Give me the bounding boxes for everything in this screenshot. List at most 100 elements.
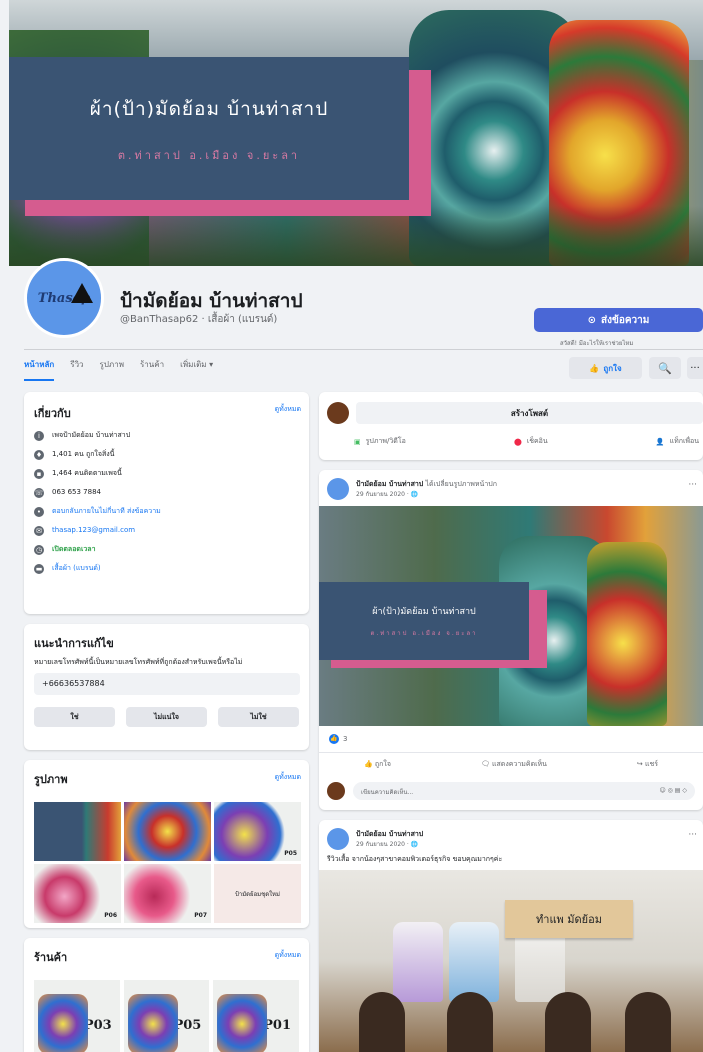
about-row-phone: ☏ 063 653 7884	[34, 488, 299, 498]
photo-thumb[interactable]: ป้ามัดย้อมชุดใหม่	[214, 864, 301, 923]
avatar	[327, 402, 349, 424]
photo-thumb[interactable]: P06	[34, 864, 121, 923]
search-button[interactable]: 🔍	[649, 357, 681, 379]
post-image-title: ผ้า(ป้า)มัดย้อม บ้านท่าสาป	[372, 607, 476, 617]
yes-button[interactable]: ใช่	[34, 707, 115, 727]
about-row-text[interactable]: thasap.123@gmail.com	[52, 526, 135, 535]
post-image-subtitle: ต.ท่าสาป อ.เมือง จ.ยะลา	[370, 630, 478, 637]
post-image[interactable]: ทำแพ มัดย้อม	[319, 870, 703, 1052]
about-row-likes: ♦ 1,401 คน ถูกใจสิ่งนี้	[34, 450, 299, 460]
tab-photos[interactable]: รูปภาพ	[100, 358, 124, 381]
like-page-label: ถูกใจ	[603, 363, 622, 373]
shop-item[interactable]: P03	[34, 980, 120, 1052]
reaction-count[interactable]: 👍 3	[329, 734, 347, 744]
share-button-label: แชร์	[644, 760, 659, 768]
page-handle: @BanThasap62 · เสื้อผ้า (แบรนด์)	[120, 314, 278, 325]
tag-icon: ▬	[34, 564, 44, 574]
more-icon: ···	[690, 362, 700, 374]
post-title-block: ผ้า(ป้า)มัดย้อม บ้านท่าสาป ต.ท่าสาป อ.เม…	[319, 582, 529, 660]
post-author-name[interactable]: ป้ามัดย้อม บ้านท่าสาป	[356, 480, 423, 488]
suggest-desc: หมายเลขโทรศัพท์นี้เป็นหมายเลขโทรศัพท์ที่…	[34, 658, 243, 666]
avatar	[327, 782, 345, 800]
clock-icon: ◷	[34, 545, 44, 555]
more-button[interactable]: ···	[687, 357, 703, 379]
tag-friends-button[interactable]: 👤 แท็กเพื่อน	[656, 436, 699, 447]
about-see-all-link[interactable]: ดูทั้งหมด	[275, 404, 301, 415]
post-menu-icon[interactable]: ···	[688, 830, 697, 840]
post-menu-icon[interactable]: ···	[688, 480, 697, 490]
reaction-count-value: 3	[343, 735, 348, 743]
like-button[interactable]: 👍 ถูกใจ	[364, 759, 391, 770]
mail-icon: ✉	[34, 526, 44, 536]
thumbs-up-icon: 👍	[363, 760, 375, 768]
comment-placeholder: เขียนความคิดเห็น...	[361, 789, 414, 796]
about-row-category: ▬ เสื้อผ้า (แบรนด์)	[34, 564, 299, 574]
post-date[interactable]: 29 กันยายน 2020 · 🌐	[356, 489, 418, 499]
post-tee	[393, 922, 443, 1002]
post-card: ป้ามัดย้อม บ้านท่าสาป 29 กันยายน 2020 · …	[319, 820, 703, 1052]
create-post-button[interactable]: สร้างโพสต์	[356, 402, 703, 424]
post-image[interactable]: ผ้า(ป้า)มัดย้อม บ้านท่าสาป ต.ท่าสาป อ.เม…	[319, 506, 703, 726]
post-card: ป้ามัดย้อม บ้านท่าสาป ได้เปลี่ยนรูปภาพหน…	[319, 470, 703, 810]
photos-see-all-link[interactable]: ดูทั้งหมด	[275, 772, 301, 783]
like-button-label: ถูกใจ	[374, 760, 391, 768]
photo-thumb[interactable]	[124, 802, 211, 861]
person	[545, 992, 591, 1052]
about-row-email: ✉ thasap.123@gmail.com	[34, 526, 299, 536]
person	[447, 992, 493, 1052]
chat-icon: •	[34, 507, 44, 517]
check-in-label: เช็คอิน	[526, 437, 548, 445]
tab-home[interactable]: หน้าหลัก	[24, 358, 55, 381]
cover-title: ผ้า(ป้า)มัดย้อม บ้านท่าสาป	[89, 97, 329, 120]
photo-thumb[interactable]: P05	[214, 802, 301, 861]
tag-friends-icon: 👤	[655, 437, 665, 446]
shop-see-all-link[interactable]: ดูทั้งหมด	[275, 950, 301, 961]
comment-button[interactable]: 🗨 แสดงความคิดเห็น	[481, 759, 547, 770]
no-button[interactable]: ไม่ใช่	[218, 707, 299, 727]
about-row-text: เพจป้ามัดย้อม บ้านท่าสาป	[52, 431, 131, 439]
post-date[interactable]: 29 กันยายน 2020 · 🌐	[356, 839, 418, 849]
like-reaction-icon: 👍	[329, 734, 339, 744]
avatar[interactable]: Thasap	[24, 258, 104, 338]
send-message-label: ส่งข้อความ	[601, 314, 650, 326]
shop-item[interactable]: P01	[213, 980, 300, 1052]
comment-icon: 🗨	[480, 760, 492, 768]
about-row-text[interactable]: เสื้อผ้า (แบรนด์)	[52, 564, 101, 573]
info-icon: i	[34, 431, 44, 441]
cover-photo[interactable]: ผ้า(ป้า)มัดย้อม บ้านท่าสาป ต.ท่าสาป อ.เม…	[9, 0, 703, 266]
like-page-button[interactable]: 👍 ถูกใจ	[569, 357, 642, 379]
send-message-button[interactable]: ⊙ ส่งข้อความ	[534, 308, 703, 332]
about-row-text: เปิดตลอดเวลา	[52, 545, 96, 553]
person	[359, 992, 405, 1052]
about-row-followers: ▪ 1,464 คนติดตามเพจนี้	[34, 469, 299, 479]
avatar[interactable]	[327, 478, 349, 500]
emoji-icon[interactable]: ☺ ◎ ▤ ◇	[660, 787, 688, 795]
about-row-text[interactable]: 063 653 7884	[52, 488, 101, 497]
cover-title-block: ผ้า(ป้า)มัดย้อม บ้านท่าสาป ต.ท่าสาป อ.เม…	[9, 57, 409, 200]
share-button[interactable]: ↪ แชร์	[637, 759, 658, 770]
shop-title: ร้านค้า	[34, 951, 68, 964]
person	[625, 992, 671, 1052]
suggest-edit-card: แนะนำการแก้ไข หมายเลขโทรศัพท์นี้เป็นหมาย…	[24, 624, 309, 750]
tag-friends-label: แท็กเพื่อน	[669, 437, 699, 445]
photo-video-label: รูปภาพ/วิดีโอ	[365, 437, 406, 445]
about-row-text[interactable]: ตอบกลับภายในไม่กี่นาที ส่งข้อความ	[52, 507, 162, 516]
comment-input[interactable]: เขียนความคิดเห็น... ☺ ◎ ▤ ◇	[353, 782, 695, 800]
photo-thumb[interactable]	[34, 802, 121, 861]
photo-thumb[interactable]: P07	[124, 864, 211, 923]
share-icon: ↪	[636, 760, 645, 768]
tab-reviews[interactable]: รีวิว	[70, 358, 83, 381]
photo-video-button[interactable]: ▣ รูปภาพ/วิดีโอ	[354, 436, 406, 447]
suggest-phone: +66636537884	[34, 673, 300, 695]
post-caption: รีวิวเสื้อ จากน้องๆสาขาคอมพิวเตอร์ธุรกิจ…	[327, 855, 503, 863]
avatar[interactable]	[327, 828, 349, 850]
check-in-button[interactable]: ⬤ เช็คอิน	[514, 436, 548, 447]
unsure-button[interactable]: ไม่แน่ใจ	[126, 707, 207, 727]
tab-more[interactable]: เพิ่มเติม ▾	[180, 358, 213, 381]
post-shirt-red	[587, 542, 667, 726]
message-subtext: สวัสดี! มีอะไรให้เราช่วยไหม	[560, 340, 634, 347]
about-row-response: • ตอบกลับภายในไม่กี่นาที ส่งข้อความ	[34, 507, 299, 517]
shop-item[interactable]: P05	[123, 980, 210, 1052]
phone-icon: ☏	[34, 488, 44, 498]
tab-shop[interactable]: ร้านค้า	[140, 358, 164, 381]
